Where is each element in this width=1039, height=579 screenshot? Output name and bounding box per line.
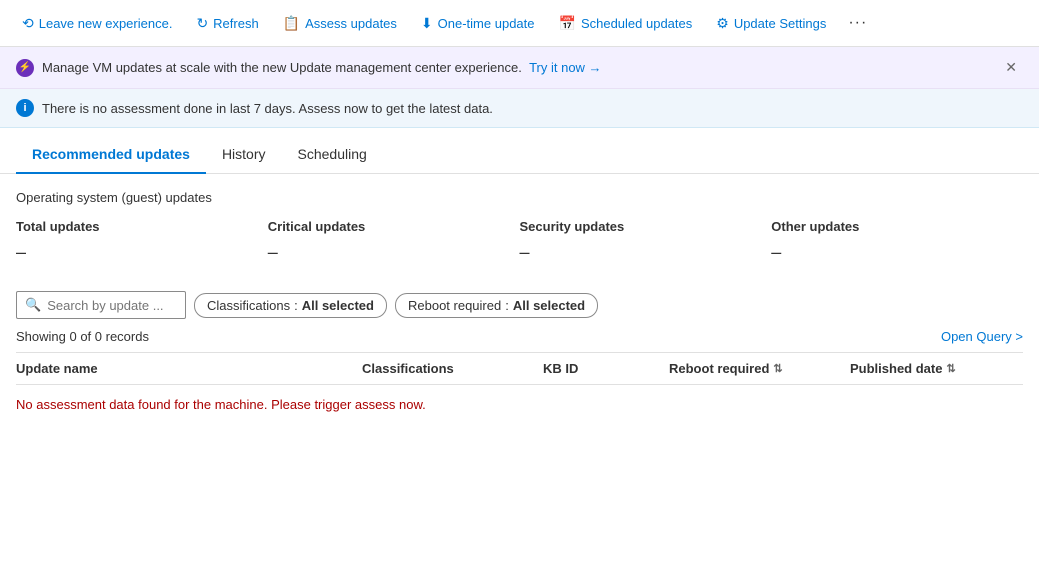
th-published-date[interactable]: Published date ⇅ [842, 361, 1023, 376]
assess-updates-button[interactable]: 📋 Assess updates [273, 9, 407, 38]
tab-history[interactable]: History [206, 136, 282, 174]
banner-close-button[interactable]: ✕ [999, 57, 1023, 78]
info-text: There is no assessment done in last 7 da… [42, 101, 493, 116]
tab-recommended-updates[interactable]: Recommended updates [16, 136, 206, 174]
refresh-icon: ↻ [196, 15, 208, 32]
th-kb-id: KB ID [535, 361, 661, 376]
th-reboot-required[interactable]: Reboot required ⇅ [661, 361, 842, 376]
stat-critical-updates: Critical updates – [268, 219, 520, 271]
calendar-icon: 📅 [559, 15, 576, 32]
settings-icon: ⚙ [716, 15, 729, 32]
toolbar: ⟲ Leave new experience. ↻ Refresh 📋 Asse… [0, 0, 1039, 47]
published-sort-icon: ⇅ [946, 362, 955, 375]
manage-vm-banner: ⚡ Manage VM updates at scale with the ne… [0, 47, 1039, 89]
assessment-info-banner: i There is no assessment done in last 7 … [0, 89, 1039, 128]
banner-text: Manage VM updates at scale with the new … [42, 60, 602, 75]
filter-row: 🔍 Classifications : All selected Reboot … [16, 291, 1023, 319]
table-container: Update name Classifications KB ID Reboot… [16, 352, 1023, 424]
search-icon: 🔍 [25, 297, 41, 313]
try-now-link[interactable]: Try it now → [529, 60, 601, 75]
table-header: Update name Classifications KB ID Reboot… [16, 353, 1023, 385]
leave-experience-button[interactable]: ⟲ Leave new experience. [12, 9, 182, 38]
onetime-update-button[interactable]: ⬇ One-time update [411, 9, 545, 38]
table-empty-message: No assessment data found for the machine… [16, 385, 1023, 424]
stat-total-updates: Total updates – [16, 219, 268, 271]
search-input[interactable] [47, 298, 167, 313]
leave-icon: ⟲ [22, 15, 34, 32]
assess-icon: 📋 [283, 15, 300, 32]
open-query-link[interactable]: Open Query > [941, 329, 1023, 344]
records-row: Showing 0 of 0 records Open Query > [16, 329, 1023, 344]
records-count: Showing 0 of 0 records [16, 329, 149, 344]
banner-content: ⚡ Manage VM updates at scale with the ne… [16, 59, 602, 77]
th-classifications: Classifications [354, 361, 535, 376]
classifications-filter[interactable]: Classifications : All selected [194, 293, 387, 318]
main-content: Operating system (guest) updates Total u… [0, 174, 1039, 440]
more-options-button[interactable]: ··· [840, 8, 875, 38]
th-update-name: Update name [16, 361, 354, 376]
download-icon: ⬇ [421, 15, 433, 32]
vm-icon: ⚡ [16, 59, 34, 77]
section-title: Operating system (guest) updates [16, 190, 1023, 205]
reboot-required-filter[interactable]: Reboot required : All selected [395, 293, 598, 318]
update-settings-button[interactable]: ⚙ Update Settings [706, 9, 836, 38]
stat-security-updates: Security updates – [520, 219, 772, 271]
reboot-sort-icon: ⇅ [773, 362, 782, 375]
tab-scheduling[interactable]: Scheduling [282, 136, 383, 174]
refresh-button[interactable]: ↻ Refresh [186, 9, 268, 38]
search-box[interactable]: 🔍 [16, 291, 186, 319]
scheduled-updates-button[interactable]: 📅 Scheduled updates [549, 9, 703, 38]
stat-other-updates: Other updates – [771, 219, 1023, 271]
info-icon: i [16, 99, 34, 117]
tabs-container: Recommended updates History Scheduling [0, 136, 1039, 174]
stats-grid: Total updates – Critical updates – Secur… [16, 219, 1023, 271]
